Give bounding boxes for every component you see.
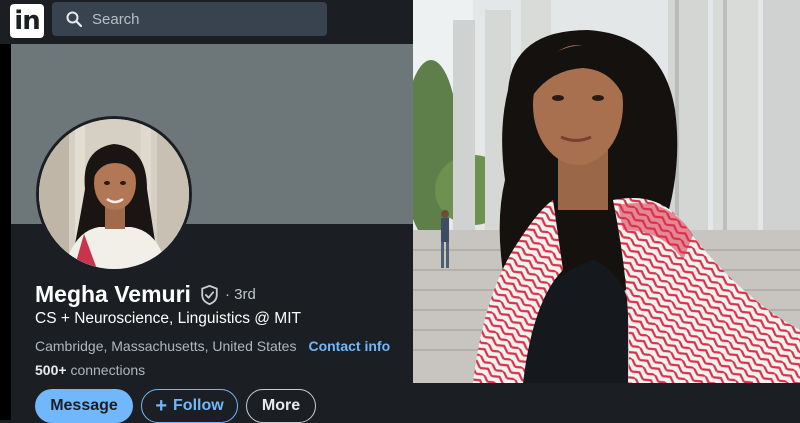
linkedin-logo-icon[interactable]: in	[10, 4, 44, 38]
search-icon	[66, 11, 82, 27]
connections-count[interactable]: 500+ connections	[35, 362, 145, 378]
follow-button[interactable]: + Follow	[141, 389, 238, 423]
profile-name: Megha Vemuri	[35, 281, 191, 307]
search-input[interactable]	[90, 9, 314, 29]
search-bar[interactable]	[52, 2, 327, 36]
connection-degree: · 3rd	[224, 286, 256, 303]
more-button-label: More	[261, 397, 301, 414]
connections-number: 500+	[35, 362, 67, 378]
verified-shield-icon[interactable]	[200, 284, 219, 305]
profile-panel: in Search Megha Vemuri · 3rd CS + Neuros…	[0, 0, 413, 423]
profile-headline: CS + Neuroscience, Linguistics @ MIT	[35, 310, 301, 327]
more-button[interactable]: More	[246, 389, 316, 423]
message-button-label: Message	[50, 397, 118, 414]
contact-info-link[interactable]: Contact info	[308, 338, 390, 354]
follow-button-label: Follow	[173, 397, 224, 414]
name-row: Megha Vemuri · 3rd	[35, 281, 256, 308]
location-row: Cambridge, Massachusetts, United States …	[35, 338, 390, 354]
connections-label: connections	[70, 362, 146, 378]
avatar-photo	[39, 119, 189, 269]
profile-location: Cambridge, Massachusetts, United States	[35, 338, 297, 354]
portrait-photo	[413, 0, 800, 383]
plus-icon: +	[155, 395, 168, 417]
photo-bottom-strip	[413, 383, 800, 420]
avatar[interactable]	[36, 116, 192, 272]
portrait-photo-image	[413, 0, 800, 383]
top-navigation-bar: in	[0, 0, 413, 44]
message-button[interactable]: Message	[35, 389, 133, 423]
left-edge-strip	[0, 44, 11, 420]
